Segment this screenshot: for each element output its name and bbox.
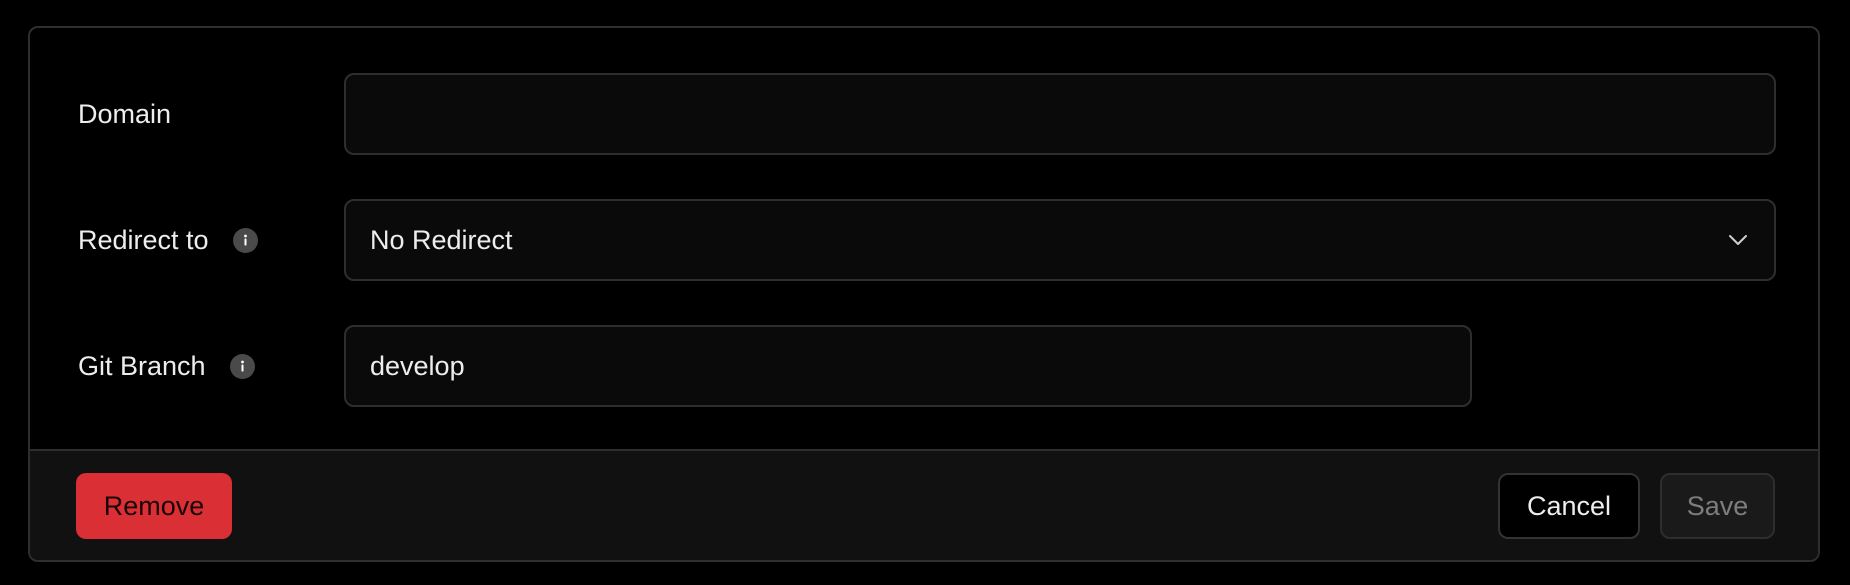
info-icon[interactable]: [232, 227, 258, 253]
redirect-select[interactable]: No Redirect: [344, 199, 1776, 281]
domain-settings-card: Domain Redirect to No Redirect Git Branc…: [28, 26, 1820, 562]
redirect-selected-value: No Redirect: [370, 224, 513, 255]
domain-label-text: Domain: [78, 98, 172, 129]
chevron-down-icon: [1729, 235, 1747, 245]
git-branch-field[interactable]: [344, 325, 1472, 407]
redirect-row: Redirect to No Redirect: [30, 199, 1818, 281]
redirect-label: Redirect to: [78, 199, 258, 281]
info-icon[interactable]: [229, 353, 255, 379]
git-branch-input[interactable]: [370, 350, 1446, 382]
git-branch-row: Git Branch: [30, 325, 1818, 407]
cancel-button[interactable]: Cancel: [1498, 473, 1640, 539]
redirect-label-text: Redirect to: [78, 224, 209, 255]
domain-label: Domain: [78, 73, 171, 155]
domain-field[interactable]: [344, 73, 1776, 155]
git-branch-label-text: Git Branch: [78, 350, 206, 381]
card-footer: Remove Cancel Save: [30, 449, 1818, 560]
remove-button[interactable]: Remove: [76, 473, 232, 539]
domain-row: Domain: [30, 73, 1818, 155]
domain-input[interactable]: [370, 98, 1750, 130]
save-button[interactable]: Save: [1660, 473, 1775, 539]
form-body: Domain Redirect to No Redirect Git Branc…: [30, 28, 1818, 453]
git-branch-label: Git Branch: [78, 325, 255, 407]
